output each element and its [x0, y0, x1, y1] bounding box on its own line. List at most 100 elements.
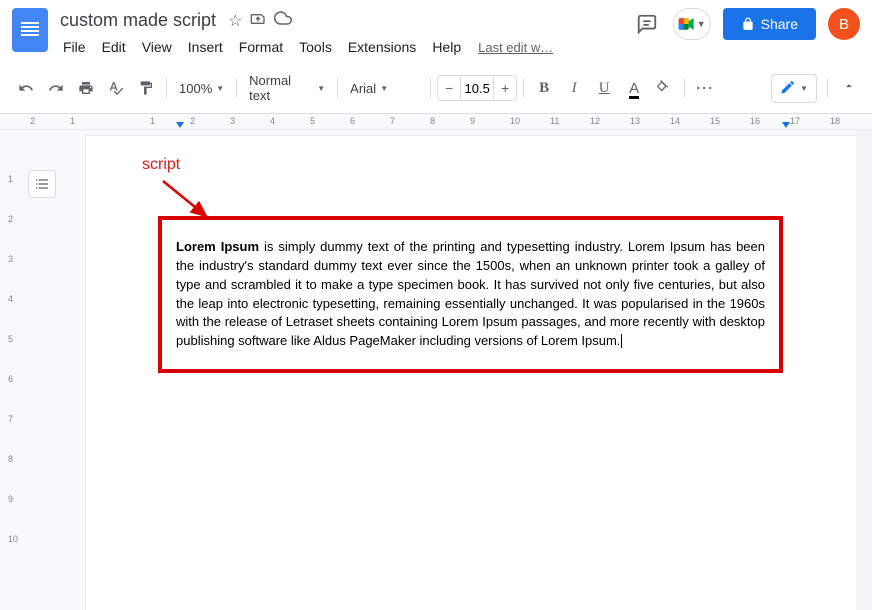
ruler-tick: 1 — [150, 116, 155, 126]
share-button-label: Share — [761, 16, 798, 32]
caret-down-icon: ▼ — [317, 84, 325, 93]
ruler-tick: 10 — [510, 116, 520, 126]
editing-mode-button[interactable]: ▼ — [771, 74, 817, 103]
spellcheck-button[interactable] — [102, 74, 130, 102]
menu-insert[interactable]: Insert — [181, 35, 230, 59]
toolbar-right: ▼ — [771, 74, 860, 103]
ruler-tick: 15 — [710, 116, 720, 126]
ruler-tick: 16 — [750, 116, 760, 126]
toolbar-separator — [684, 78, 685, 98]
more-button[interactable]: ⋯ — [691, 74, 719, 102]
vertical-ruler[interactable]: 1 2 3 4 5 6 7 8 9 10 — [0, 130, 30, 610]
outline-toggle-button[interactable] — [28, 170, 56, 198]
ruler-tick: 1 — [70, 116, 75, 126]
collapse-toolbar-icon[interactable] — [838, 75, 860, 102]
avatar[interactable]: B — [828, 8, 860, 40]
toolbar-separator — [430, 78, 431, 98]
caret-down-icon: ▼ — [380, 84, 388, 93]
vruler-tick: 5 — [8, 334, 13, 344]
ruler-tick: 7 — [390, 116, 395, 126]
last-edit-link[interactable]: Last edit w… — [478, 40, 553, 55]
toolbar-separator — [166, 78, 167, 98]
document-page[interactable]: script Lorem Ipsum is simply dummy text … — [86, 136, 856, 610]
redo-button[interactable] — [42, 74, 70, 102]
menu-edit[interactable]: Edit — [95, 35, 133, 59]
ruler-tick: 4 — [270, 116, 275, 126]
ruler-tick: 17 — [790, 116, 800, 126]
ruler-indent-left-icon[interactable] — [176, 122, 184, 128]
vruler-tick: 10 — [8, 534, 18, 544]
annotation-arrow-icon — [158, 176, 218, 226]
zoom-select[interactable]: 100% ▼ — [173, 77, 230, 100]
font-select[interactable]: Arial ▼ — [344, 77, 424, 100]
document-title[interactable]: custom made script — [56, 8, 220, 33]
title-area: custom made script ☆ File Edit View Inse… — [56, 8, 625, 59]
pencil-icon — [780, 79, 796, 98]
font-size-input[interactable] — [460, 76, 494, 100]
italic-button[interactable]: I — [560, 74, 588, 102]
cloud-status-icon[interactable] — [274, 9, 292, 32]
ruler-tick: 3 — [230, 116, 235, 126]
toolbar-separator — [236, 78, 237, 98]
vruler-tick: 4 — [8, 294, 13, 304]
move-icon[interactable] — [250, 10, 266, 31]
undo-button[interactable] — [12, 74, 40, 102]
menu-extensions[interactable]: Extensions — [341, 35, 423, 59]
vruler-tick: 1 — [8, 174, 13, 184]
ruler-tick: 2 — [190, 116, 195, 126]
annotation-label: script — [142, 156, 180, 174]
font-size-decrease-button[interactable]: − — [438, 76, 460, 100]
document-body-text[interactable]: Lorem Ipsum is simply dummy text of the … — [176, 238, 765, 351]
comments-icon[interactable] — [633, 10, 661, 38]
toolbar-separator — [337, 78, 338, 98]
ruler-indent-right-icon[interactable] — [782, 122, 790, 128]
docs-logo-icon[interactable] — [12, 8, 48, 52]
menu-help[interactable]: Help — [425, 35, 468, 59]
underline-button[interactable]: U — [590, 74, 618, 102]
menu-view[interactable]: View — [135, 35, 179, 59]
text-cursor — [621, 334, 622, 348]
title-row: custom made script ☆ — [56, 8, 625, 33]
font-size-group: − + — [437, 75, 517, 101]
ruler-tick: 18 — [830, 116, 840, 126]
highlight-button[interactable] — [650, 74, 678, 102]
vruler-tick: 9 — [8, 494, 13, 504]
caret-down-icon: ▼ — [216, 84, 224, 93]
star-icon[interactable]: ☆ — [228, 11, 242, 31]
bold-lead: Lorem Ipsum — [176, 239, 259, 254]
ruler-tick: 13 — [630, 116, 640, 126]
ruler-tick: 2 — [30, 116, 35, 126]
body-text: is simply dummy text of the printing and… — [176, 239, 765, 348]
ruler-tick: 8 — [430, 116, 435, 126]
menu-file[interactable]: File — [56, 35, 93, 59]
vruler-tick: 2 — [8, 214, 13, 224]
ruler-tick: 5 — [310, 116, 315, 126]
ruler-tick: 11 — [550, 116, 559, 126]
ruler-tick: 12 — [590, 116, 600, 126]
menubar: File Edit View Insert Format Tools Exten… — [56, 35, 625, 59]
paint-format-button[interactable] — [132, 74, 160, 102]
meet-icon[interactable]: ▼ — [673, 8, 711, 40]
font-size-increase-button[interactable]: + — [494, 76, 516, 100]
zoom-value: 100% — [179, 81, 212, 96]
toolbar: 100% ▼ Normal text ▼ Arial ▼ − + B I U A… — [0, 63, 872, 114]
toolbar-separator — [827, 78, 828, 98]
content-highlight-box: Lorem Ipsum is simply dummy text of the … — [158, 216, 783, 373]
style-select[interactable]: Normal text ▼ — [243, 69, 331, 107]
scrollbar[interactable] — [856, 130, 872, 610]
bold-button[interactable]: B — [530, 74, 558, 102]
menu-format[interactable]: Format — [232, 35, 290, 59]
ruler-tick: 9 — [470, 116, 475, 126]
workspace: 1 2 3 4 5 6 7 8 9 10 script Lorem Ipsum is simply… — [0, 130, 872, 610]
vruler-tick: 6 — [8, 374, 13, 384]
menu-tools[interactable]: Tools — [292, 35, 339, 59]
share-button[interactable]: Share — [723, 8, 816, 40]
vruler-tick: 8 — [8, 454, 13, 464]
vruler-tick: 3 — [8, 254, 13, 264]
print-button[interactable] — [72, 74, 100, 102]
header-right: ▼ Share B — [633, 8, 860, 40]
vruler-tick: 7 — [8, 414, 13, 424]
text-color-button[interactable]: A — [620, 74, 648, 102]
horizontal-ruler[interactable]: 21123456789101112131415161718 — [0, 114, 872, 130]
ruler-tick: 14 — [670, 116, 680, 126]
